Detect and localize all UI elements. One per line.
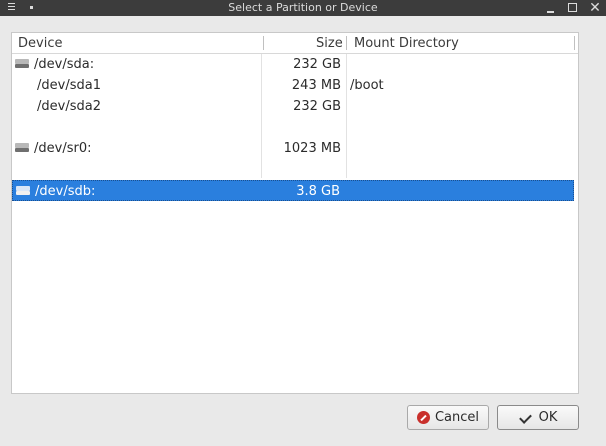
device-name: /dev/sda1 — [37, 78, 101, 93]
ok-button[interactable]: OK — [497, 405, 579, 430]
device-size: 232 GB — [293, 99, 341, 114]
drive-icon — [15, 143, 29, 153]
cancel-button[interactable]: Cancel — [407, 405, 489, 430]
column-header-mount[interactable]: Mount Directory — [354, 36, 459, 51]
table-row[interactable]: /dev/sr0: 1023 MB — [12, 138, 574, 159]
table-row[interactable]: /dev/sda1 243 MB/boot — [12, 75, 574, 96]
device-list[interactable]: Device Size Mount Directory /dev/sda: 232… — [11, 32, 579, 394]
cancel-icon — [416, 411, 430, 424]
drive-icon — [16, 186, 30, 196]
column-header-bar: Device Size Mount Directory — [12, 33, 578, 54]
device-size: 232 GB — [293, 57, 341, 72]
device-name: /dev/sda: — [34, 57, 95, 72]
device-name: /dev/sr0: — [34, 141, 92, 156]
close-icon[interactable]: ✕ — [588, 1, 602, 15]
window-title: Select a Partition or Device — [228, 1, 378, 14]
minimize-icon[interactable] — [544, 1, 558, 15]
device-size: 3.8 GB — [296, 184, 340, 199]
maximize-icon[interactable] — [566, 1, 580, 15]
mount-directory: /boot — [350, 78, 384, 93]
title-bar[interactable]: Select a Partition or Device ✕ — [0, 0, 606, 16]
device-name: /dev/sdb: — [35, 184, 96, 199]
column-header-device[interactable]: Device — [18, 36, 62, 51]
device-size: 1023 MB — [283, 141, 341, 156]
table-row[interactable]: /dev/sda: 232 GB — [12, 54, 574, 75]
checkmark-icon — [519, 412, 533, 424]
cancel-label: Cancel — [434, 410, 480, 425]
table-row[interactable]: /dev/sda2 232 GB — [12, 96, 574, 117]
drive-icon — [15, 59, 29, 69]
column-divider[interactable] — [574, 36, 575, 50]
column-header-size[interactable]: Size — [316, 36, 343, 51]
device-name: /dev/sda2 — [37, 99, 101, 114]
table-row[interactable]: /dev/sdb: 3.8 GB — [12, 180, 574, 201]
ok-label: OK — [538, 410, 558, 425]
column-divider[interactable] — [346, 36, 347, 50]
column-divider[interactable] — [263, 36, 264, 50]
device-size: 243 MB — [291, 78, 341, 93]
